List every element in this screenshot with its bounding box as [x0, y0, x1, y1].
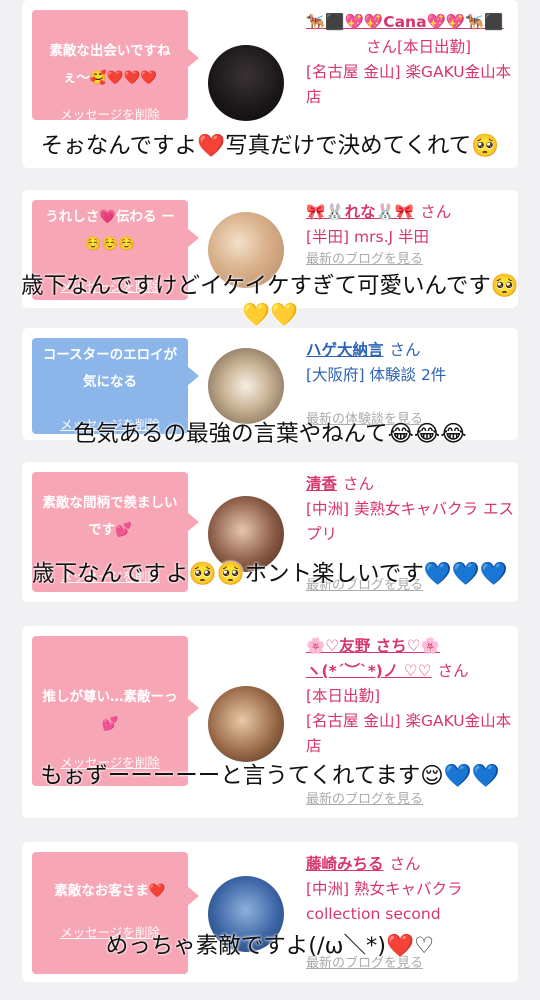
message-text: 推しが尊い…素敵ーっ💕 — [42, 689, 178, 732]
bubble-tail — [187, 698, 199, 718]
shop-link[interactable]: [中洲] 熟女キャバクラ collection second — [306, 877, 518, 927]
profile-info: 清香 さん [中洲] 美熟女キャバクラ エスプリ — [306, 472, 518, 547]
message-text: 素敵な出会いですねぇ〜🥰❤️❤️❤️ — [49, 43, 171, 86]
caption-overlay: 歳下なんですよ🥺🥺ホント楽しいです💙💙💙 — [32, 561, 508, 587]
profile-name-link[interactable]: 🐕‍🦺⬛💖💖Cana💖💖🐕‍🦺⬛ — [306, 13, 504, 31]
message-text: うれしさ💗伝わる ー☺️☺️☺️ — [45, 209, 175, 252]
caption-overlay: めっちゃ素敵ですよ(/ω＼*)❤️♡ — [105, 933, 435, 959]
shop-link[interactable]: [名古屋 金山] 楽GAKU金山本店 — [306, 60, 518, 110]
delete-message-link[interactable]: メッセージを削除 — [32, 106, 188, 124]
profile-info: ハゲ大納言 さん [大阪府] 体験談 2件 — [306, 338, 518, 388]
san-label: さん — [437, 662, 469, 680]
profile-info: 藤崎みちる さん [中洲] 熟女キャバクラ collection second — [306, 852, 518, 927]
avatar[interactable] — [208, 686, 284, 762]
shop-link[interactable]: [半田] mrs.J 半田 — [306, 225, 518, 250]
message-bubble: 素敵な出会いですねぇ〜🥰❤️❤️❤️ メッセージを削除 — [32, 10, 199, 122]
caption-overlay: 色気あるの最強の言葉やねんて😂😂😂 — [73, 421, 467, 447]
latest-blog-link[interactable]: 最新のブログを見る — [306, 248, 423, 267]
message-text: 素敵なお客さま❤️ — [54, 883, 166, 899]
profile-name-link[interactable]: 藤崎みちる — [306, 855, 384, 873]
bubble-tail — [187, 886, 199, 906]
profile-info: 🐕‍🦺⬛💖💖Cana💖💖🐕‍🦺⬛ さん[本日出勤] [名古屋 金山] 楽GAKU… — [306, 10, 518, 110]
bubble-tail — [187, 48, 199, 68]
bubble-tail — [187, 228, 199, 248]
profile-info: 🌸♡友野 さち♡🌸 ヽ(*´︶`*)ノ ♡♡ さん [本日出勤] [名古屋 金山]… — [306, 634, 518, 759]
avatar[interactable] — [208, 348, 284, 424]
status-label: [本日出勤] — [306, 687, 381, 705]
caption-overlay: もぉずーーーーーと言うてくれてます😌💙💙 — [40, 763, 500, 789]
message-text: コースターのエロイが気になる — [42, 347, 178, 390]
san-label: さん — [389, 341, 421, 359]
bubble-tail — [187, 512, 199, 532]
shop-link[interactable]: [名古屋 金山] 楽GAKU金山本店 — [306, 709, 518, 759]
profile-name-link[interactable]: 🌸♡友野 さち♡🌸 — [306, 637, 440, 655]
avatar[interactable] — [208, 45, 284, 121]
profile-name-link[interactable]: 清香 — [306, 475, 337, 493]
message-text: 素敵な間柄で羨ましいです💕 — [42, 495, 178, 538]
caption-overlay: そぉなんですよ❤️写真だけで決めてくれて🥺 — [40, 133, 500, 159]
shop-link[interactable]: [大阪府] 体験談 2件 — [306, 363, 518, 388]
san-label: さん — [343, 475, 375, 493]
san-label: さん[本日出勤] — [366, 38, 472, 56]
message-card: 素敵なお客さま❤️ メッセージを削除 藤崎みちる さん [中洲] 熟女キャバクラ … — [22, 842, 518, 982]
profile-name-2[interactable]: ヽ(*´︶`*)ノ ♡♡ — [306, 662, 432, 680]
bubble-tail — [187, 366, 199, 386]
san-label: さん — [389, 855, 421, 873]
san-label: さん — [420, 203, 452, 221]
profile-info: 🎀🐰れな🐰🎀 さん [半田] mrs.J 半田 — [306, 200, 518, 250]
profile-name-link[interactable]: ハゲ大納言 — [306, 341, 384, 359]
caption-overlay: 歳下なんですけどイケイケすぎて可愛いんです🥺💛💛 — [21, 273, 519, 328]
profile-name-link[interactable]: 🎀🐰れな🐰🎀 — [306, 203, 414, 221]
shop-link[interactable]: [中洲] 美熟女キャバクラ エスプリ — [306, 497, 518, 547]
